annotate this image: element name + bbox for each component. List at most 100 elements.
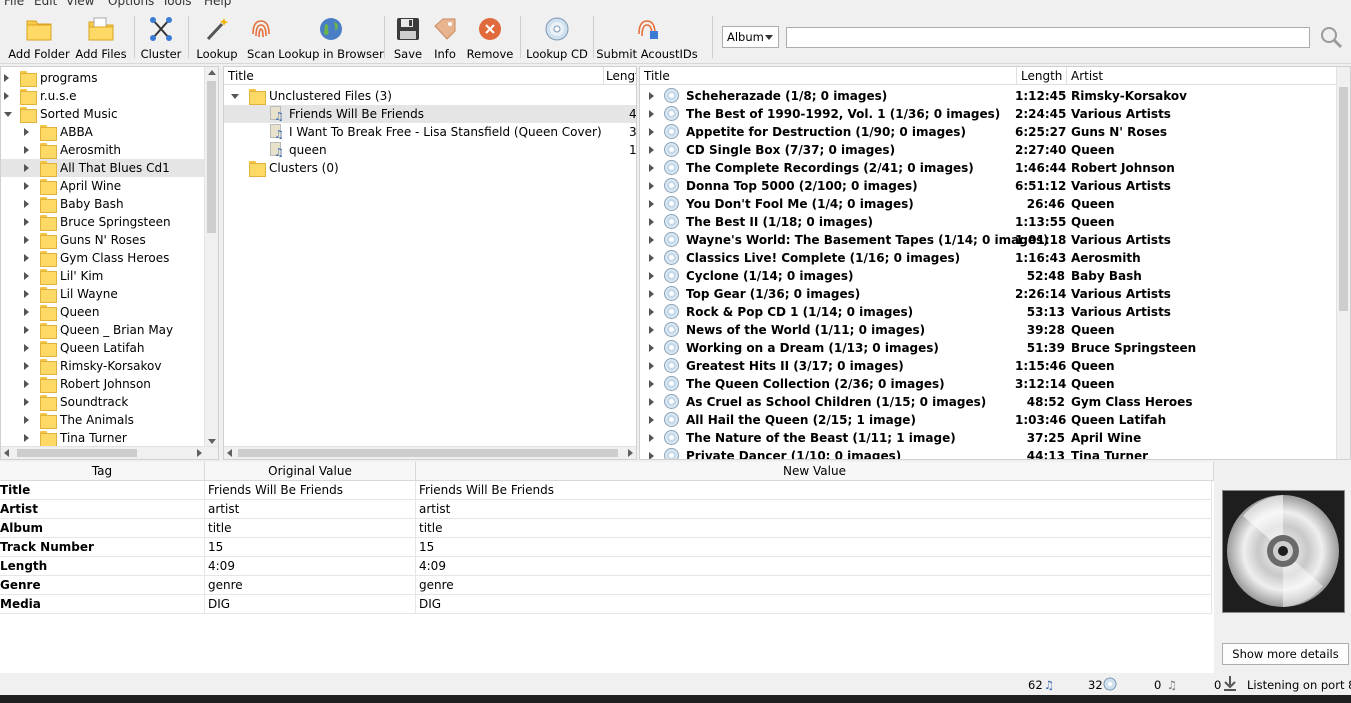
lookup-in-browser-button[interactable]: Lookup in Browser xyxy=(278,10,384,64)
album-row[interactable]: Donna Top 5000 (2/100; 0 images) 6:51:12 V… xyxy=(640,177,1344,195)
column-header-artist[interactable]: Artist xyxy=(1067,67,1350,85)
metadata-original-value[interactable]: Friends Will Be Friends xyxy=(205,481,416,500)
metadata-original-value[interactable]: artist xyxy=(205,500,416,519)
metadata-row[interactable]: Genre genre genre xyxy=(0,576,1212,595)
expand-arrow-icon[interactable] xyxy=(649,290,654,298)
expand-arrow-icon[interactable] xyxy=(649,380,654,388)
add-folder-button[interactable]: Add Folder xyxy=(8,10,70,64)
expand-arrow-icon[interactable] xyxy=(649,344,654,352)
tree-item[interactable]: Lil' Kim xyxy=(1,267,204,285)
lookup-cd-button[interactable]: Lookup CD xyxy=(526,10,588,64)
expand-arrow-icon[interactable] xyxy=(649,164,654,172)
lookup-button[interactable]: Lookup xyxy=(196,10,238,64)
expand-arrow-icon[interactable] xyxy=(649,416,654,424)
tree-item[interactable]: Sorted Music xyxy=(1,105,204,123)
scroll-right-icon[interactable] xyxy=(197,449,202,457)
menu-file[interactable]: File xyxy=(4,0,24,8)
album-row[interactable]: As Cruel as School Children (1/15; 0 ima… xyxy=(640,393,1344,411)
expand-arrow-icon[interactable] xyxy=(24,344,29,352)
tree-item[interactable]: Lil Wayne xyxy=(1,285,204,303)
search-icon[interactable] xyxy=(1318,24,1344,50)
album-row[interactable]: Appetite for Destruction (1/90; 0 images… xyxy=(640,123,1344,141)
album-row[interactable]: The Complete Recordings (2/41; 0 images)… xyxy=(640,159,1344,177)
album-row[interactable]: Rock & Pop CD 1 (1/14; 0 images) 53:13 Var… xyxy=(640,303,1344,321)
album-row[interactable]: The Queen Collection (2/36; 0 images) 3:1… xyxy=(640,375,1344,393)
column-header-original-value[interactable]: Original Value xyxy=(205,462,416,481)
scroll-right-icon[interactable] xyxy=(628,449,633,457)
expand-arrow-icon[interactable] xyxy=(24,236,29,244)
expand-arrow-icon[interactable] xyxy=(649,434,654,442)
album-row[interactable]: Wayne's World: The Basement Tapes (1/14;… xyxy=(640,231,1344,249)
metadata-new-value[interactable]: 4:09 xyxy=(416,557,1212,576)
tree-item[interactable]: Gym Class Heroes xyxy=(1,249,204,267)
album-row[interactable]: CD Single Box (7/37; 0 images) 2:27:40 Que… xyxy=(640,141,1344,159)
expand-arrow-icon[interactable] xyxy=(649,398,654,406)
expand-arrow-icon[interactable] xyxy=(24,254,29,262)
metadata-row[interactable]: Album title title xyxy=(0,519,1212,538)
album-row[interactable]: The Best II (1/18; 0 images) 1:13:55 Queen xyxy=(640,213,1344,231)
album-row[interactable]: Cyclone (1/14; 0 images) 52:48 Baby Bash xyxy=(640,267,1344,285)
expand-arrow-icon[interactable] xyxy=(4,74,9,82)
expand-arrow-icon[interactable] xyxy=(649,272,654,280)
expand-arrow-icon[interactable] xyxy=(24,416,29,424)
expand-arrow-icon[interactable] xyxy=(24,200,29,208)
scroll-down-icon[interactable] xyxy=(208,439,216,444)
tree-item[interactable]: Guns N' Roses xyxy=(1,231,204,249)
metadata-new-value[interactable]: genre xyxy=(416,576,1212,595)
expand-arrow-icon[interactable] xyxy=(24,272,29,280)
save-button[interactable]: Save xyxy=(390,10,426,64)
tree-item[interactable]: Queen Latifah xyxy=(1,339,204,357)
scroll-up-icon[interactable] xyxy=(208,70,216,75)
expand-arrow-icon[interactable] xyxy=(24,128,29,136)
file-row[interactable]: ♫ I Want To Break Free - Lisa Stansfield … xyxy=(224,123,636,141)
search-mode-select[interactable]: Album xyxy=(722,26,779,48)
expand-arrow-icon[interactable] xyxy=(649,146,654,154)
metadata-new-value[interactable]: artist xyxy=(416,500,1212,519)
scroll-left-icon[interactable] xyxy=(227,449,232,457)
expand-arrow-icon[interactable] xyxy=(649,452,654,459)
expand-arrow-icon[interactable] xyxy=(24,434,29,442)
album-row[interactable]: Scheherazade (1/8; 0 images) 1:12:45 Rimsk… xyxy=(640,87,1344,105)
expand-arrow-icon[interactable] xyxy=(649,326,654,334)
metadata-row[interactable]: Length 4:09 4:09 xyxy=(0,557,1212,576)
scroll-thumb[interactable] xyxy=(17,449,137,457)
search-input[interactable] xyxy=(786,27,1310,48)
expand-arrow-icon[interactable] xyxy=(649,182,654,190)
expand-arrow-icon[interactable] xyxy=(24,308,29,316)
expand-arrow-icon[interactable] xyxy=(24,218,29,226)
tree-item[interactable]: programs xyxy=(1,69,204,87)
clusters-node[interactable]: Clusters (0) xyxy=(224,159,636,177)
tree-item[interactable]: r.u.s.e xyxy=(1,87,204,105)
cover-art[interactable] xyxy=(1222,490,1345,613)
tree-item[interactable]: ABBA xyxy=(1,123,204,141)
submit-acoustids-button[interactable]: Submit AcoustIDs xyxy=(596,10,698,64)
expand-arrow-icon[interactable] xyxy=(649,128,654,136)
metadata-new-value[interactable]: 15 xyxy=(416,538,1212,557)
metadata-new-value[interactable]: DIG xyxy=(416,595,1212,614)
metadata-original-value[interactable]: 15 xyxy=(205,538,416,557)
tree-item[interactable]: Soundtrack xyxy=(1,393,204,411)
album-row[interactable]: Classics Live! Complete (1/16; 0 images)… xyxy=(640,249,1344,267)
album-row[interactable]: The Best of 1990-1992, Vol. 1 (1/36; 0 i… xyxy=(640,105,1344,123)
album-row[interactable]: News of the World (1/11; 0 images) 39:28 Q… xyxy=(640,321,1344,339)
tree-item[interactable]: Queen _ Brian May xyxy=(1,321,204,339)
album-row[interactable]: Working on a Dream (1/13; 0 images) 51:39… xyxy=(640,339,1344,357)
column-header-new-value[interactable]: New Value xyxy=(416,462,1214,481)
file-tree-hscrollbar[interactable] xyxy=(1,446,218,459)
album-row[interactable]: Top Gear (1/36; 0 images) 2:26:14 Various … xyxy=(640,285,1344,303)
expand-arrow-icon[interactable] xyxy=(649,362,654,370)
column-header-length[interactable]: Length xyxy=(1017,67,1067,85)
remove-button[interactable]: Remove xyxy=(466,10,514,64)
expand-arrow-icon[interactable] xyxy=(24,380,29,388)
tree-item[interactable]: April Wine xyxy=(1,177,204,195)
scroll-thumb[interactable] xyxy=(238,449,618,457)
expand-arrow-icon[interactable] xyxy=(24,290,29,298)
album-row[interactable]: Private Dancer (1/10; 0 images) 44:13 Tina… xyxy=(640,447,1344,459)
metadata-new-value[interactable]: Friends Will Be Friends xyxy=(416,481,1212,500)
metadata-row[interactable]: Track Number 15 15 xyxy=(0,538,1212,557)
column-header-tag[interactable]: Tag xyxy=(0,462,205,481)
expand-arrow-icon[interactable] xyxy=(24,398,29,406)
metadata-original-value[interactable]: 4:09 xyxy=(205,557,416,576)
tree-item[interactable]: Robert Johnson xyxy=(1,375,204,393)
expand-arrow-icon[interactable] xyxy=(649,308,654,316)
